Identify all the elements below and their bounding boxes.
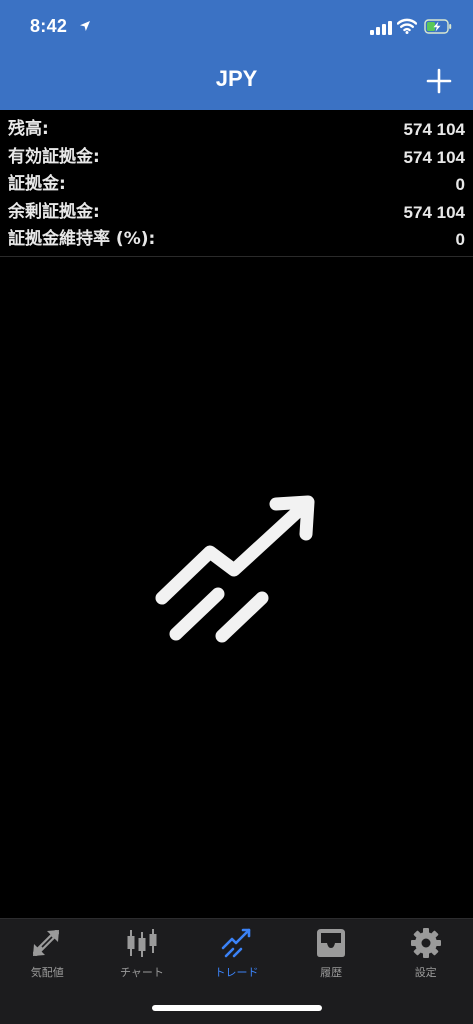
summary-row-margin-level: 証拠金維持率 (%): 0 — [0, 226, 473, 254]
account-summary: 残高: 574 104 有効証拠金: 574 104 証拠金: 0 余剰証拠金:… — [0, 110, 473, 257]
summary-row-balance: 残高: 574 104 — [0, 116, 473, 144]
inbox-history-icon — [317, 929, 346, 957]
status-bar: 8:42 — [0, 0, 473, 56]
add-button[interactable] — [420, 62, 458, 100]
balance-value: 574 104 — [403, 120, 465, 139]
trade-screen: 8:42 JPY 残高: 574 104 有効証拠金: 574 104 証拠金:… — [0, 0, 473, 1024]
home-indicator — [152, 1005, 322, 1011]
tab-settings-label: 設定 — [414, 966, 437, 979]
trending-up-icon — [155, 495, 315, 643]
balance-label: 残高: — [8, 119, 49, 139]
tab-chart[interactable]: チャート — [95, 927, 190, 987]
equity-label: 有効証拠金: — [8, 146, 100, 167]
tab-chart-label: チャート — [119, 966, 164, 979]
tab-trade-label: トレード — [214, 966, 259, 979]
page-title: JPY — [215, 66, 258, 91]
tab-quotes[interactable]: 気配値 — [0, 927, 95, 987]
candlestick-icon — [127, 929, 157, 957]
margin-level-label: 証拠金維持率 (%): — [8, 229, 156, 249]
margin-value: 0 — [455, 175, 465, 194]
wifi-icon — [397, 18, 417, 34]
tab-settings[interactable]: 設定 — [378, 927, 473, 987]
status-time: 8:42 — [30, 16, 68, 36]
tab-quotes-label: 気配値 — [30, 966, 64, 979]
cellular-signal-icon — [370, 21, 392, 35]
location-arrow-icon — [80, 21, 90, 31]
quotes-arrows-icon — [33, 930, 60, 956]
trade-trend-icon — [222, 928, 251, 958]
tab-trade[interactable]: トレード — [189, 927, 284, 987]
summary-row-equity: 有効証拠金: 574 104 — [0, 144, 473, 172]
equity-value: 574 104 — [403, 147, 465, 167]
tab-history-label: 履歴 — [320, 966, 343, 979]
battery-charging-icon — [424, 19, 452, 34]
margin-level-value: 0 — [455, 230, 465, 249]
summary-row-margin: 証拠金: 0 — [0, 171, 473, 199]
free-margin-value: 574 104 — [403, 202, 465, 222]
app-header: 8:42 JPY — [0, 0, 473, 110]
free-margin-label: 余剰証拠金: — [8, 201, 100, 222]
tab-history[interactable]: 履歴 — [284, 927, 379, 987]
margin-label: 証拠金: — [8, 174, 66, 194]
summary-row-free-margin: 余剰証拠金: 574 104 — [0, 199, 473, 227]
gear-icon — [410, 928, 441, 958]
